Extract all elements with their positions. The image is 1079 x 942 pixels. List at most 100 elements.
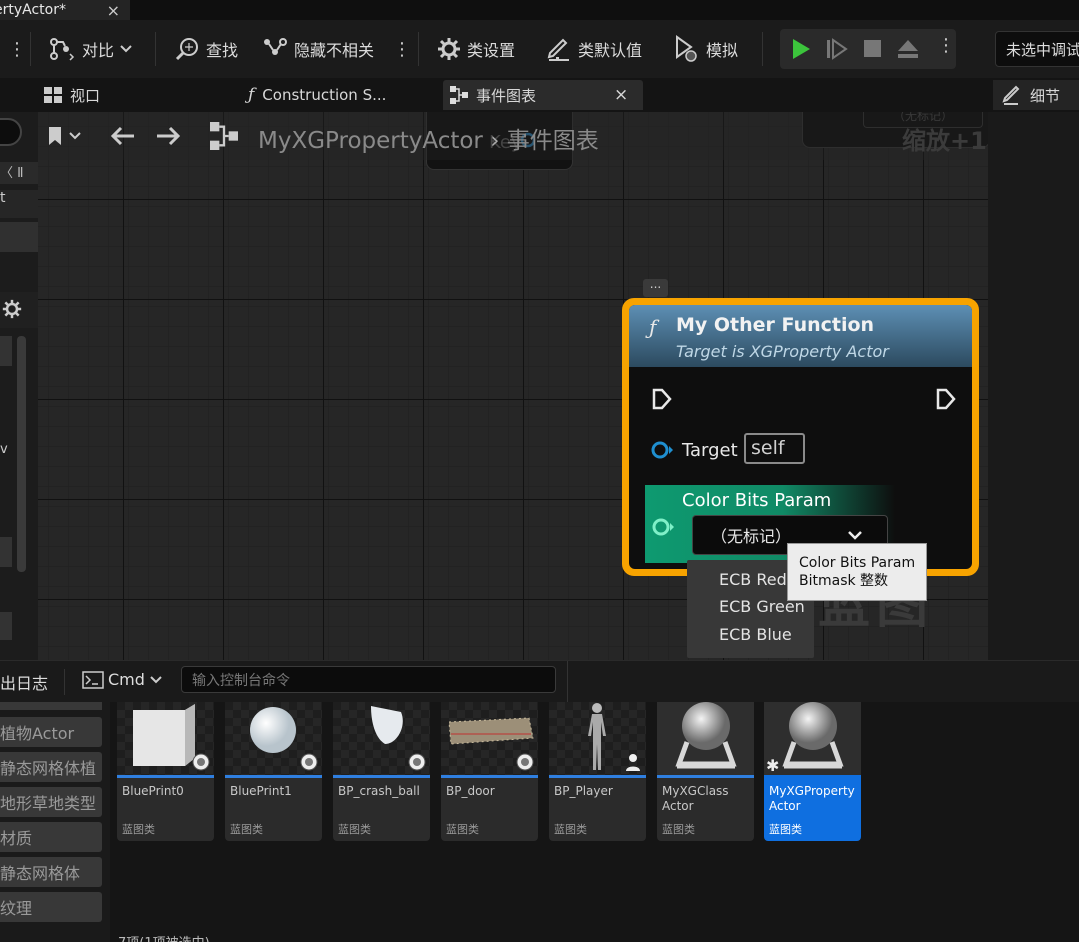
filter-static-mesh[interactable]: 静态网格体 bbox=[0, 857, 102, 887]
play-options-dots-icon[interactable]: ⋮ bbox=[937, 35, 955, 56]
find-label: 查找 bbox=[206, 41, 239, 60]
menu-item-ecb-red[interactable]: ECB Red bbox=[719, 570, 787, 589]
output-log-tab[interactable]: 出日志 bbox=[0, 670, 48, 694]
asset-card-selected[interactable]: ✱ MyXGProperty Actor 蓝图类 bbox=[764, 702, 861, 841]
tab-viewport[interactable]: 视口 bbox=[44, 80, 100, 110]
class-defaults-button[interactable]: 类默认值 bbox=[546, 20, 642, 78]
asset-card[interactable]: BP_door 蓝图类 bbox=[441, 702, 538, 841]
asset-thumbnail bbox=[117, 702, 214, 775]
asset-thumbnail bbox=[441, 702, 538, 775]
chevron-down-icon bbox=[120, 45, 132, 53]
filter-foliage-actor[interactable]: 植物Actor bbox=[0, 717, 102, 747]
tooltip-line-2: Bitmask 整数 bbox=[799, 573, 889, 589]
asset-card[interactable]: BluePrint1 蓝图类 bbox=[225, 702, 322, 841]
door-mesh-icon bbox=[448, 717, 534, 745]
asset-name: BP_Player bbox=[554, 784, 613, 798]
play-icon[interactable] bbox=[790, 37, 812, 61]
hide-unrelated-button[interactable]: 隐藏不相关 bbox=[262, 20, 374, 78]
target-value-field[interactable]: self bbox=[744, 433, 805, 464]
asset-type: 蓝图类 bbox=[769, 823, 802, 836]
asset-type: 蓝图类 bbox=[338, 823, 371, 836]
blueprint-class-icon bbox=[675, 702, 737, 769]
diff-label: 对比 bbox=[82, 41, 115, 60]
title-bar bbox=[0, 0, 1079, 20]
blueprint-badge-icon bbox=[408, 753, 426, 771]
forward-arrow-icon[interactable] bbox=[155, 124, 183, 148]
hide-unrelated-label: 隐藏不相关 bbox=[294, 41, 375, 60]
step-icon[interactable] bbox=[826, 37, 848, 61]
class-defaults-icon bbox=[547, 38, 569, 61]
modified-asterisk-icon: ✱ bbox=[766, 756, 780, 775]
gear-icon[interactable] bbox=[2, 299, 22, 319]
console-command-input[interactable]: 输入控制台命令 bbox=[181, 666, 556, 693]
class-settings-button[interactable]: 类设置 bbox=[437, 20, 515, 78]
asset-name: BluePrint0 bbox=[122, 784, 184, 798]
asset-name: MyXGClass Actor bbox=[662, 784, 729, 813]
filter-texture[interactable]: 纹理 bbox=[0, 892, 102, 922]
filter-material[interactable]: 材质 bbox=[0, 822, 102, 852]
eject-icon[interactable] bbox=[896, 37, 920, 61]
asset-name: MyXGProperty Actor bbox=[769, 784, 855, 813]
asset-type: 蓝图类 bbox=[122, 823, 155, 836]
asset-card[interactable]: MyXGClass Actor 蓝图类 bbox=[657, 702, 754, 841]
asset-thumbnail: ✱ bbox=[764, 702, 861, 775]
tab-details[interactable]: 细节 bbox=[1002, 80, 1060, 110]
find-button[interactable]: 查找 bbox=[174, 20, 238, 78]
zoom-label: 缩放+1 bbox=[902, 127, 987, 155]
tab-construction-label: Construction S... bbox=[262, 86, 387, 104]
console-divider bbox=[567, 661, 568, 703]
tab-event-graph-close-icon[interactable]: × bbox=[614, 80, 628, 110]
debug-object-select[interactable]: 未选中调试 bbox=[995, 31, 1079, 67]
asset-card[interactable]: BP_crash_ball 蓝图类 bbox=[333, 702, 430, 841]
exec-in-pin-icon[interactable] bbox=[651, 387, 673, 411]
menu-item-ecb-blue[interactable]: ECB Blue bbox=[719, 625, 792, 644]
filter-static-mesh-foliage[interactable]: 静态网格体植 bbox=[0, 752, 102, 782]
asset-name: BluePrint1 bbox=[230, 784, 292, 798]
left-panel-row[interactable]: t bbox=[0, 190, 38, 218]
param-tooltip: Color Bits Param Bitmask 整数 bbox=[787, 543, 927, 601]
breadcrumb-actor[interactable]: MyXGPropertyActor bbox=[258, 128, 483, 154]
cmd-select[interactable]: Cmd bbox=[82, 670, 163, 689]
console-divider bbox=[64, 669, 65, 695]
asset-card[interactable]: BP_Player 蓝图类 bbox=[549, 702, 646, 841]
asset-type-bar bbox=[549, 775, 646, 778]
color-bits-pin-icon[interactable] bbox=[651, 516, 677, 538]
left-panel-row[interactable]: 〈 Ⅱ bbox=[0, 162, 38, 184]
left-search-field[interactable] bbox=[0, 118, 22, 146]
gear-icon bbox=[438, 38, 460, 60]
tab-details-label: 细节 bbox=[1030, 86, 1061, 105]
left-panel-scrollbar[interactable] bbox=[17, 336, 26, 572]
toolbar-menu-dots-icon[interactable]: ⋮ bbox=[8, 20, 26, 78]
tab-event-graph-label: 事件图表 bbox=[476, 86, 537, 105]
document-tab-close-icon[interactable]: × bbox=[107, 1, 120, 20]
sphere-icon bbox=[250, 707, 296, 753]
node-comment-bubble-icon[interactable]: ... bbox=[643, 278, 668, 297]
asset-type-bar bbox=[333, 775, 430, 778]
document-tab[interactable]: ertyActor* × bbox=[0, 0, 130, 20]
function-icon: ƒ bbox=[248, 85, 255, 105]
toolbar-more-dots-icon[interactable]: ⋮ bbox=[393, 20, 411, 78]
asset-type-bar bbox=[657, 775, 754, 778]
simulate-button[interactable]: 模拟 bbox=[674, 20, 738, 78]
asset-type-bar bbox=[117, 775, 214, 778]
diff-icon bbox=[50, 38, 75, 61]
diff-button[interactable]: 对比 bbox=[46, 20, 132, 78]
class-settings-label: 类设置 bbox=[467, 41, 516, 60]
asset-card[interactable]: BluePrint0 蓝图类 bbox=[117, 702, 214, 841]
tooltip-line-1: Color Bits Param bbox=[799, 555, 916, 571]
left-panel-row: v bbox=[0, 442, 8, 457]
stop-icon[interactable] bbox=[862, 38, 884, 60]
asset-type-bar bbox=[764, 775, 861, 778]
breadcrumb-graph[interactable]: 事件图表 bbox=[507, 128, 599, 154]
tab-construction-script[interactable]: ƒ Construction S... bbox=[248, 80, 386, 110]
blueprint-badge-icon bbox=[516, 753, 534, 771]
exec-out-pin-icon[interactable] bbox=[935, 387, 957, 411]
asset-thumbnail bbox=[225, 702, 322, 775]
target-pin-icon[interactable] bbox=[649, 439, 675, 461]
function-node[interactable]: ƒ My Other Function Target is XGProperty… bbox=[622, 298, 979, 576]
back-arrow-icon[interactable] bbox=[108, 124, 136, 148]
tab-viewport-label: 视口 bbox=[70, 86, 101, 105]
filter-landscape-grass-type[interactable]: 地形草地类型 bbox=[0, 787, 102, 817]
bookmark-icon[interactable] bbox=[46, 124, 82, 148]
left-panel: 〈 Ⅱ t v bbox=[0, 112, 38, 660]
